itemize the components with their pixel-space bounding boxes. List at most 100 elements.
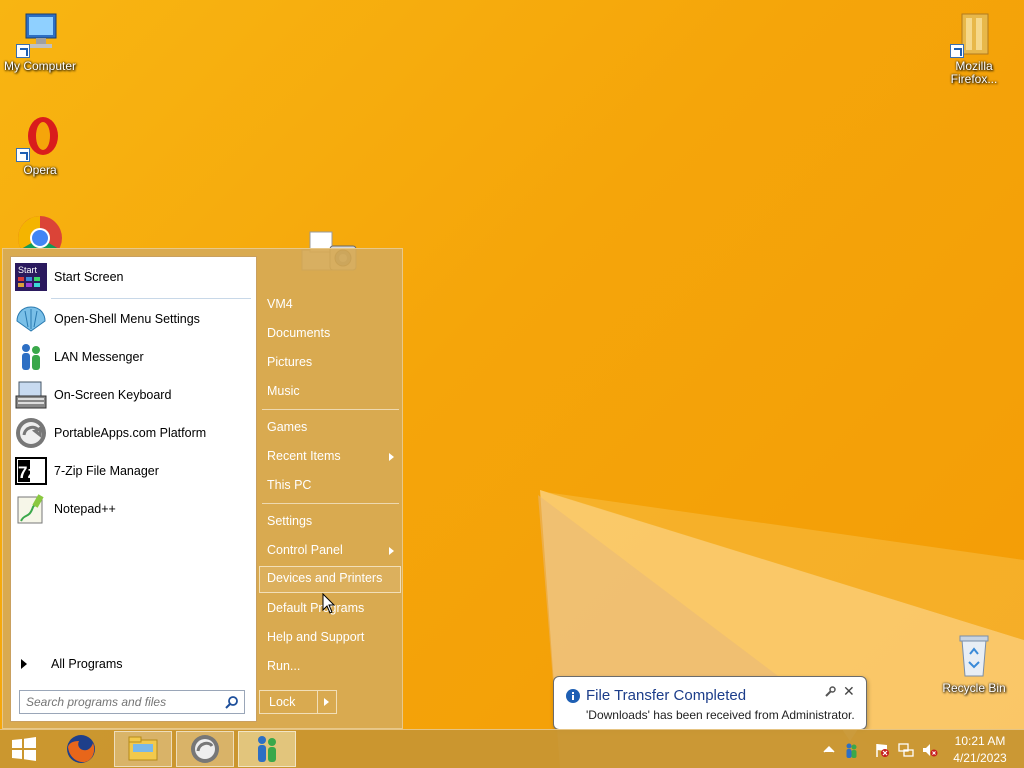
network-icon[interactable] (898, 742, 914, 758)
all-programs-button[interactable]: All Programs (21, 655, 221, 673)
notification-title: File Transfer Completed (586, 687, 747, 704)
7zip-icon: 7z (15, 455, 47, 487)
program-notepad-plus-plus[interactable]: Notepad++ (15, 492, 253, 526)
menu-item-label: Run... (267, 659, 301, 673)
portableapps-icon (15, 417, 47, 449)
start-menu: Start Start Screen Open-Shell Menu Setti… (2, 248, 403, 729)
mouse-cursor-icon (322, 593, 336, 614)
menu-item-vm4[interactable]: VM4 (259, 292, 401, 317)
shortcut-arrow-icon (16, 44, 30, 58)
program-start-screen[interactable]: Start Start Screen (15, 260, 253, 294)
notepad-icon (15, 493, 47, 525)
volume-muted-icon[interactable] (922, 742, 938, 758)
computer-icon (16, 10, 64, 58)
keyboard-icon (15, 379, 47, 411)
desktop-icon-firefox[interactable]: Mozilla Firefox... (934, 10, 1014, 86)
submenu-arrow-icon (389, 453, 394, 461)
separator (51, 298, 251, 299)
lock-options-arrow-icon[interactable] (324, 698, 329, 706)
program-label: On-Screen Keyboard (54, 388, 172, 402)
menu-item-label: Pictures (267, 355, 313, 369)
program-label: Notepad++ (54, 502, 116, 516)
notification-message: 'Downloads' has been received from Admin… (586, 708, 855, 722)
desktop-icon-my-computer[interactable]: My Computer (0, 10, 80, 73)
start-menu-bottom-pane: All Programs (10, 649, 257, 722)
settings-wrench-icon[interactable] (824, 686, 836, 698)
program-lan-messenger[interactable]: LAN Messenger (15, 340, 253, 374)
taskbar: 10:21 AM 4/21/2023 (0, 729, 1024, 768)
lan-messenger-tray-icon[interactable] (843, 742, 859, 758)
menu-item-label: Control Panel (267, 543, 343, 557)
search-icon[interactable] (225, 695, 239, 709)
portableapps-icon (191, 735, 219, 763)
menu-item-devices-and-printers[interactable]: Devices and Printers (259, 566, 401, 593)
show-hidden-icons-chevron-icon[interactable] (821, 742, 837, 758)
shortcut-arrow-icon (950, 44, 964, 58)
program-portableapps[interactable]: PortableApps.com Platform (15, 416, 253, 450)
menu-item-label: Settings (267, 514, 313, 528)
program-label: 7-Zip File Manager (54, 464, 159, 478)
program-label: Start Screen (54, 270, 124, 284)
program-open-shell-settings[interactable]: Open-Shell Menu Settings (15, 302, 253, 336)
menu-item-label: Recent Items (267, 449, 341, 463)
opera-icon (16, 114, 64, 162)
menu-item-this-pc[interactable]: This PC (259, 473, 401, 498)
menu-item-pictures[interactable]: Pictures (259, 350, 401, 375)
chrome-icon (16, 212, 64, 248)
separator (262, 503, 399, 504)
divider (317, 691, 318, 713)
submenu-arrow-icon (389, 547, 394, 555)
folder-icon (950, 10, 998, 58)
7zip-text-a: 7z (18, 463, 36, 482)
menu-item-label: VM4 (267, 297, 293, 311)
notification-balloon[interactable]: File Transfer Completed 'Downloads' has … (553, 676, 867, 741)
search-input[interactable] (20, 691, 216, 713)
start-tile-text: Start (18, 265, 38, 275)
menu-item-label: Music (267, 384, 300, 398)
taskbar-portableapps[interactable] (176, 731, 234, 767)
clock-time: 10:21 AM (954, 734, 1006, 748)
desktop-icon-chrome[interactable] (0, 212, 80, 248)
desktop-icon-label: My Computer (3, 59, 77, 73)
all-programs-label: All Programs (51, 657, 123, 671)
search-box (19, 690, 245, 714)
menu-item-control-panel[interactable]: Control Panel (259, 538, 401, 563)
desktop-icon-recycle-bin[interactable]: Recycle Bin (934, 632, 1014, 695)
close-icon[interactable]: ✕ (843, 684, 855, 698)
program-7zip[interactable]: 7z 7-Zip File Manager (15, 454, 253, 488)
expand-arrow-icon (21, 659, 27, 669)
program-label: Open-Shell Menu Settings (54, 312, 200, 326)
taskbar-file-explorer[interactable] (114, 731, 172, 767)
menu-item-games[interactable]: Games (259, 415, 401, 440)
menu-item-documents[interactable]: Documents (259, 321, 401, 346)
menu-item-label: Documents (267, 326, 331, 340)
start-button[interactable] (0, 731, 48, 767)
menu-item-help-and-support[interactable]: Help and Support (259, 625, 401, 650)
desktop-icon-label: Opera (23, 163, 57, 177)
menu-item-label: This PC (267, 478, 312, 492)
menu-item-label: Games (267, 420, 308, 434)
menu-item-music[interactable]: Music (259, 379, 401, 404)
firefox-icon (67, 735, 95, 763)
program-on-screen-keyboard[interactable]: On-Screen Keyboard (15, 378, 253, 412)
taskbar-firefox[interactable] (52, 731, 110, 767)
clock-date: 4/21/2023 (953, 751, 1007, 765)
program-label: LAN Messenger (54, 350, 144, 364)
start-menu-programs-pane: Start Start Screen Open-Shell Menu Setti… (10, 256, 257, 661)
shortcut-arrow-icon (16, 148, 30, 162)
action-center-flag-icon[interactable] (874, 742, 890, 758)
shell-icon (15, 303, 47, 335)
desktop-icon-opera[interactable]: Opera (0, 114, 80, 177)
lock-button[interactable]: Lock (259, 690, 337, 714)
taskbar-clock[interactable]: 10:21 AM 4/21/2023 (948, 733, 1012, 767)
start-screen-icon: Start (15, 261, 47, 293)
folder-icon (128, 736, 158, 761)
menu-item-label: Devices and Printers (267, 571, 383, 585)
menu-item-run[interactable]: Run... (259, 654, 401, 679)
menu-item-recent-items[interactable]: Recent Items (259, 444, 401, 469)
recycle-bin-icon (950, 632, 998, 680)
info-icon (566, 689, 580, 703)
messenger-icon (15, 341, 47, 373)
taskbar-lan-messenger[interactable] (238, 731, 296, 767)
menu-item-settings[interactable]: Settings (259, 509, 401, 534)
